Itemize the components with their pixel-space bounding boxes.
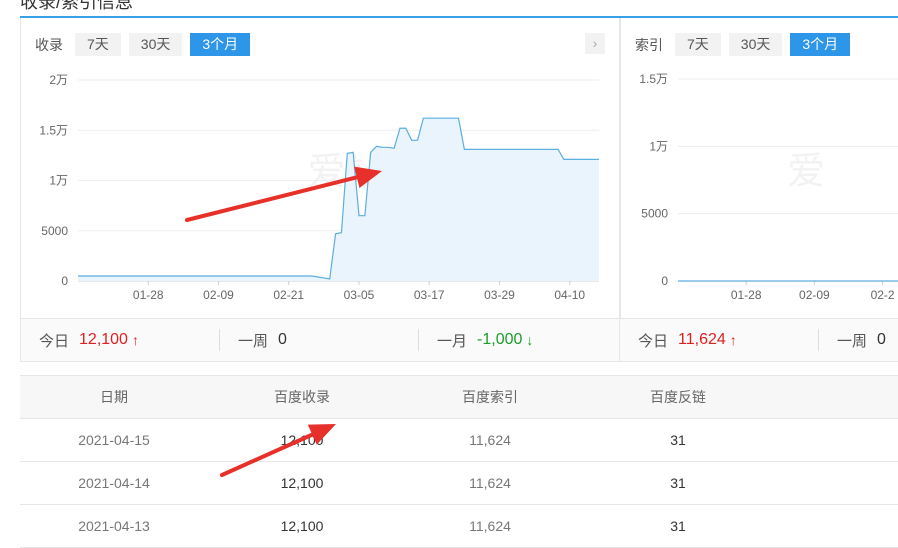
x-tick-label: 02-09 — [799, 288, 830, 302]
y-tick-label: 1万 — [649, 139, 668, 153]
stat-week-value: 0 — [278, 331, 287, 348]
cell-backlinks: 31 — [670, 518, 686, 534]
x-tick-label: 03-29 — [484, 288, 515, 302]
cell-date: 2021-04-15 — [78, 432, 150, 448]
cell-indexed: 12,100 — [280, 518, 324, 534]
right-tab-30d[interactable]: 30天 — [728, 33, 783, 56]
x-tick-label: 03-17 — [414, 288, 445, 302]
col-baidu-indexed: 百度收录 — [274, 389, 330, 405]
y-tick-label: 5000 — [641, 207, 668, 221]
table-row: 2021-04-14 12,100 11,624 31 — [20, 462, 898, 505]
stat-today-index-value: 11,624 — [678, 331, 726, 348]
left-panel-label: 收录 — [35, 36, 63, 53]
search-index-chart: 爱 1.5万 1万 5000 0 01-28 02-09 02-2 — [639, 72, 898, 302]
left-range-tabs: 收录 7天 30天 3个月 — [35, 33, 258, 56]
x-tick-label: 02-21 — [273, 288, 304, 302]
cell-backlinks: 31 — [670, 475, 686, 491]
stat-week-index-label: 一周 — [837, 332, 868, 350]
col-date: 日期 — [100, 389, 128, 405]
y-tick-label: 1.5万 — [639, 72, 668, 86]
y-tick-label: 0 — [661, 274, 668, 288]
right-stats-bar: 今日 11,624 ↑ 一周 0 — [620, 318, 898, 362]
stat-today: 今日 12,100 ↑ — [39, 330, 219, 351]
stat-month-value: -1,000 — [477, 331, 523, 348]
left-stats-bar: 今日 12,100 ↑ 一周 0 一月 -1,000 ↓ — [20, 318, 620, 362]
divider — [418, 329, 419, 351]
divider — [219, 329, 220, 351]
y-tick-label: 0 — [61, 274, 68, 288]
col-baidu-backlinks: 百度反链 — [650, 389, 706, 405]
stat-week-label: 一周 — [238, 332, 269, 350]
cell-search-index: 11,624 — [469, 475, 511, 491]
table-row: 2021-04-13 12,100 11,624 31 — [20, 505, 898, 548]
left-tab-3m[interactable]: 3个月 — [190, 33, 251, 56]
arrow-down-icon: ↓ — [526, 332, 534, 348]
stat-week: 一周 0 — [238, 330, 418, 351]
series-area — [78, 118, 599, 281]
history-table: 日期 百度收录 百度索引 百度反链 2021-04-15 12,100 11,6… — [20, 375, 898, 548]
stat-today-value: 12,100 — [79, 331, 128, 348]
watermark: 爱 — [787, 149, 825, 193]
left-tab-7d[interactable]: 7天 — [75, 33, 121, 56]
cell-indexed: 12,100 — [280, 432, 324, 448]
table-header: 日期 百度收录 百度索引 百度反链 — [20, 376, 898, 419]
stat-month-label: 一月 — [437, 332, 468, 350]
index-chart-panel: 爱站网 2万 1.5万 1万 5000 0 01-28 02-09 02-21 03-05 03-1… — [20, 18, 620, 318]
indexed-count-chart: 爱站网2万1.5万1万5000001-28 02-09 02-21 03-05 03-1… — [39, 73, 599, 302]
cell-indexed: 12,100 — [280, 475, 324, 491]
cell-date: 2021-04-14 — [78, 475, 150, 491]
x-tick-label: 04-10 — [554, 288, 585, 302]
col-baidu-search-index: 百度索引 — [462, 389, 518, 405]
x-tick-label: 02-2 — [871, 288, 895, 302]
stat-today-index-label: 今日 — [638, 332, 669, 350]
stat-month: 一月 -1,000 ↓ — [437, 330, 533, 351]
left-tab-30d[interactable]: 30天 — [128, 33, 183, 56]
x-tick-label: 03-05 — [344, 288, 375, 302]
divider — [818, 329, 819, 351]
search-index-chart-panel: 爱 1.5万 1万 5000 0 01-28 02-09 02-2 索引 7天 30天 3个月 — [620, 18, 898, 318]
y-tick-label: 5000 — [41, 224, 68, 238]
chevron-right-icon[interactable]: › — [585, 33, 605, 54]
y-tick-label: 2万 — [49, 73, 68, 87]
y-tick-label: 1.5万 — [39, 123, 68, 137]
right-range-tabs: 索引 7天 30天 3个月 — [635, 33, 858, 56]
right-panel-label: 索引 — [635, 36, 663, 53]
cell-date: 2021-04-13 — [78, 518, 150, 534]
x-tick-label: 01-28 — [133, 288, 164, 302]
arrow-up-icon: ↑ — [131, 332, 139, 348]
x-tick-label: 01-28 — [731, 288, 762, 302]
stat-today-index: 今日 11,624 ↑ — [638, 330, 818, 351]
x-tick-label: 02-09 — [203, 288, 234, 302]
section-title: 收录/索引信息 — [20, 0, 134, 12]
stat-today-label: 今日 — [39, 332, 70, 350]
y-tick-label: 1万 — [49, 174, 68, 188]
cell-backlinks: 31 — [670, 432, 686, 448]
stat-week-index-value: 0 — [877, 331, 886, 348]
cell-search-index: 11,624 — [469, 518, 511, 534]
arrow-up-icon: ↑ — [729, 332, 737, 348]
cell-search-index: 11,624 — [469, 432, 511, 448]
right-tab-7d[interactable]: 7天 — [675, 33, 721, 56]
table-row: 2021-04-15 12,100 11,624 31 — [20, 419, 898, 462]
stat-week-index: 一周 0 — [837, 330, 886, 351]
right-tab-3m[interactable]: 3个月 — [790, 33, 851, 56]
